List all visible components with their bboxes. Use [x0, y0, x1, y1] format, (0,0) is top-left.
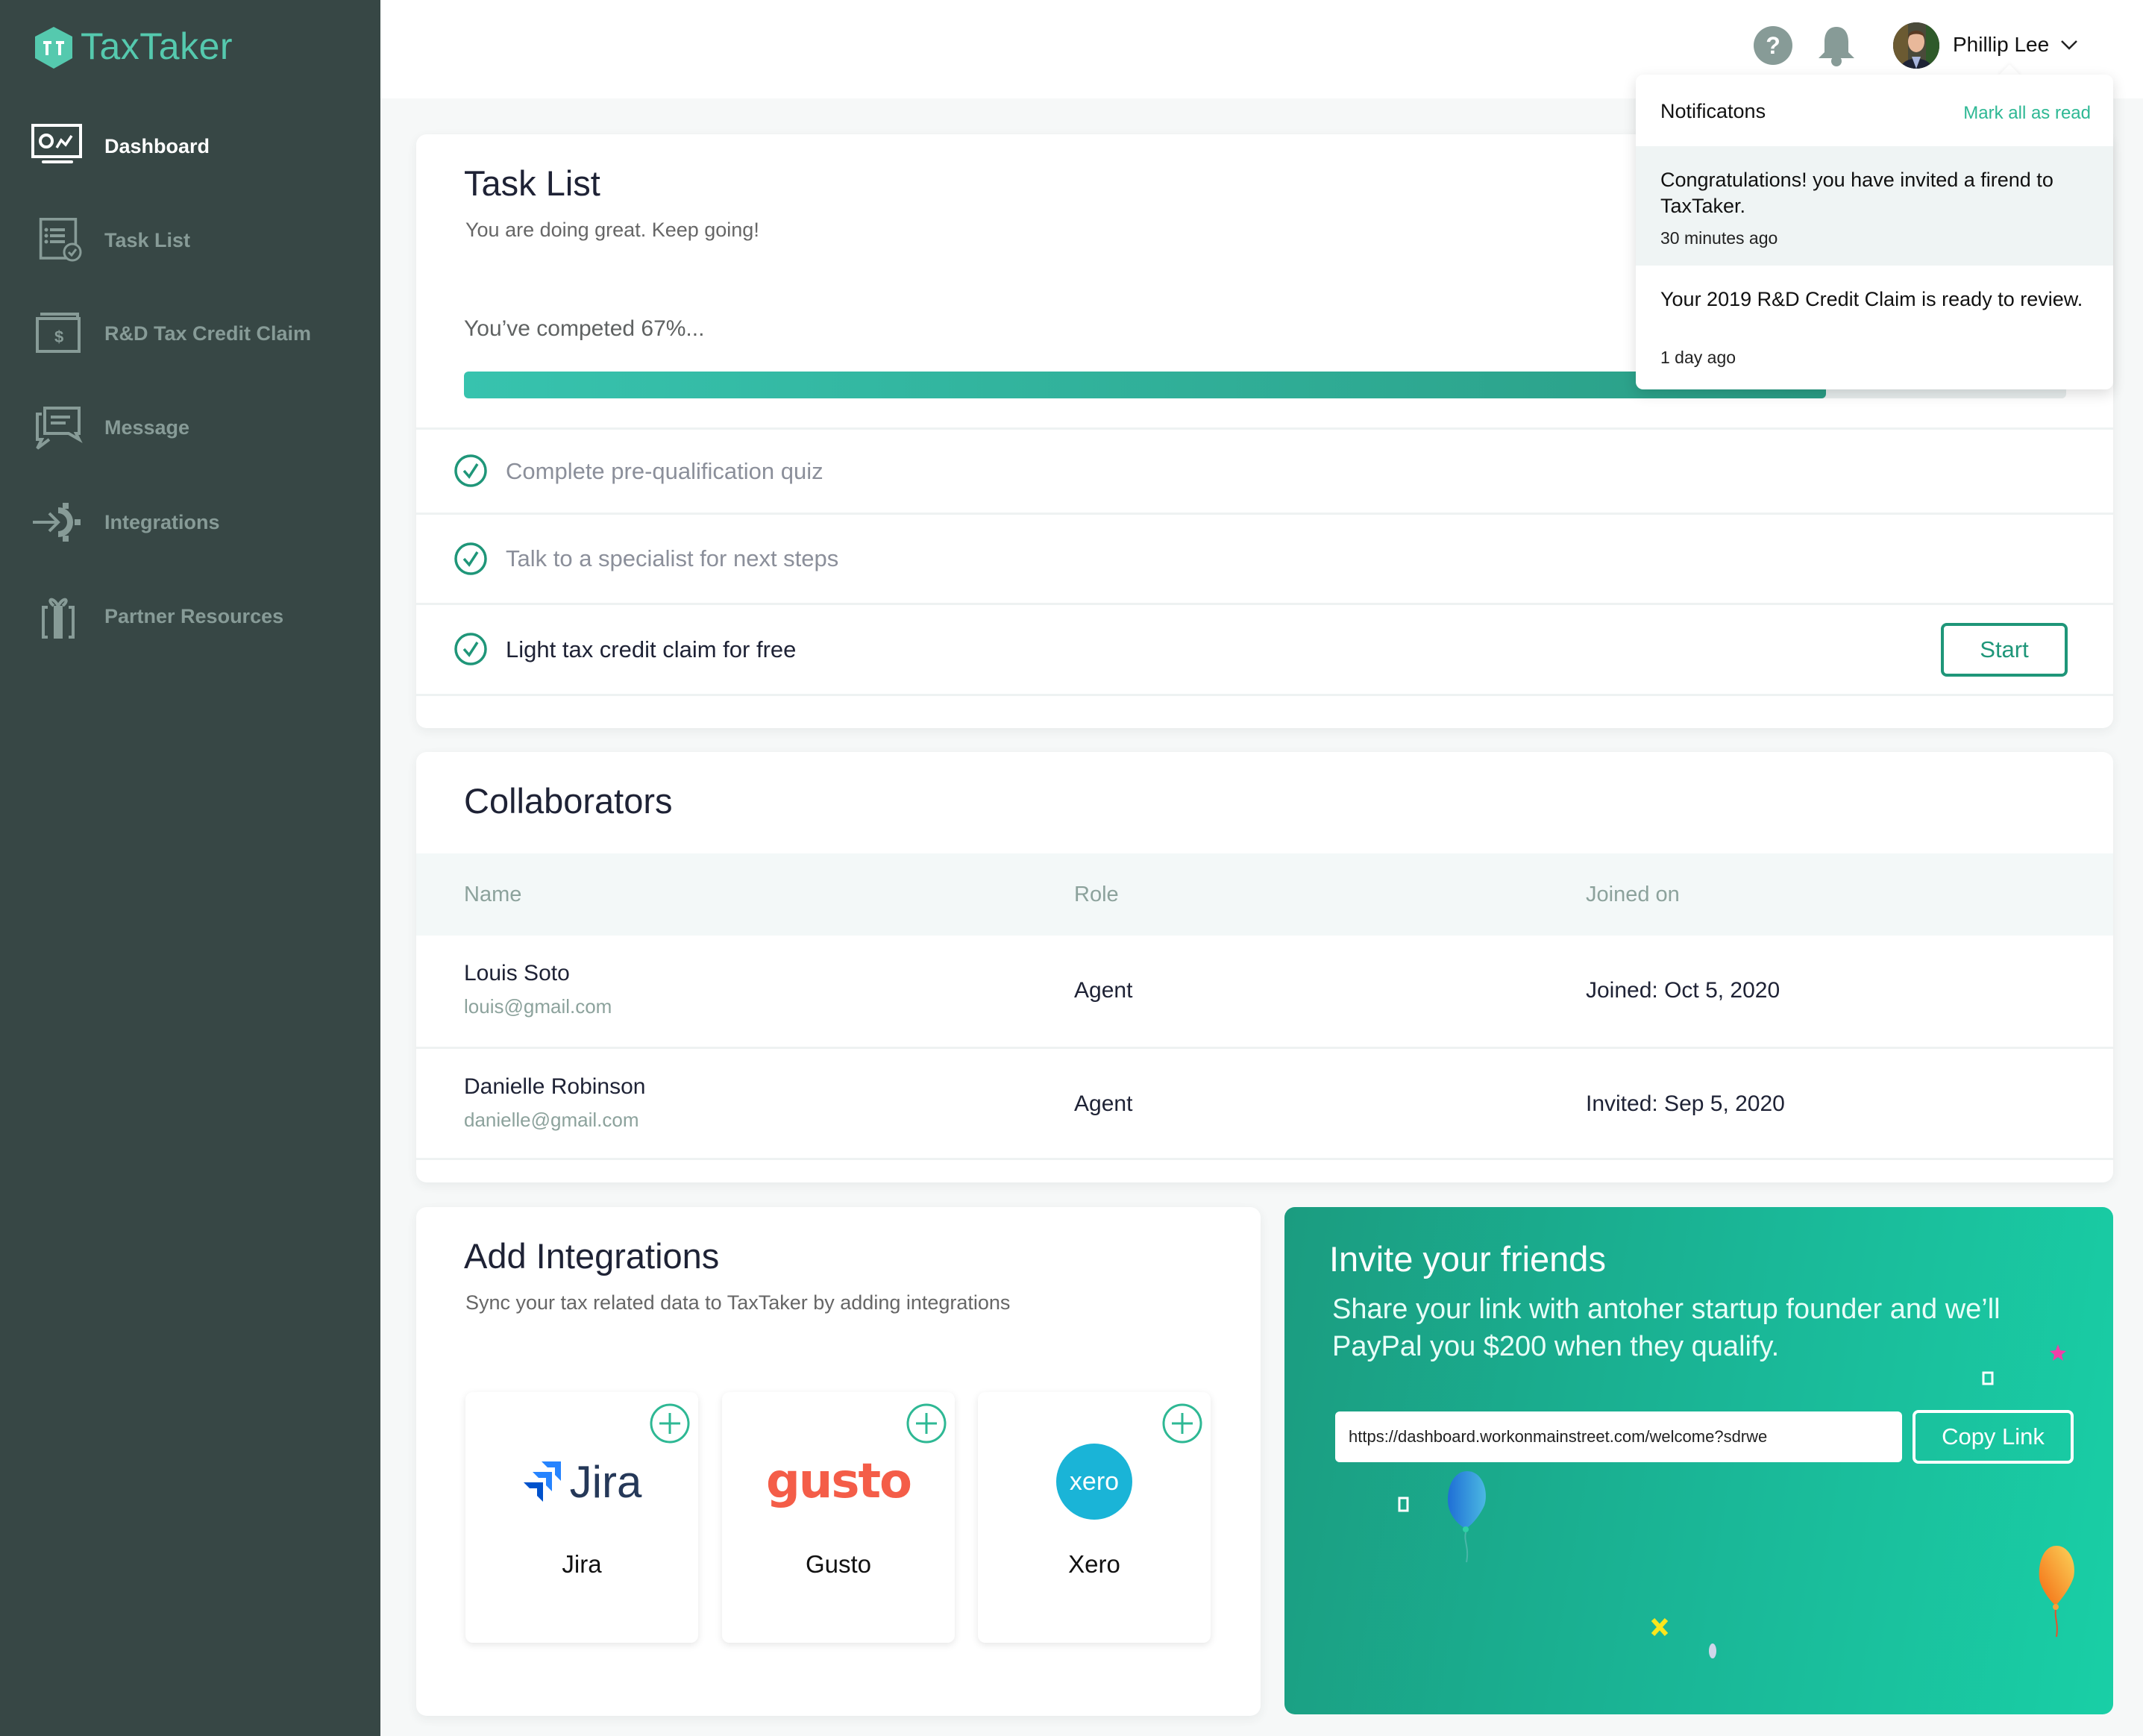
check-circle-icon — [454, 633, 487, 665]
integration-name: Xero — [1068, 1550, 1120, 1578]
column-header-name[interactable]: Name — [464, 853, 521, 936]
square-confetti-icon — [1398, 1497, 1409, 1512]
invite-friends-card: Invite your friends Share your link with… — [1284, 1207, 2113, 1714]
invite-title: Invite your friends — [1329, 1239, 1606, 1279]
collaborator-date: Joined: Oct 5, 2020 — [1586, 978, 1780, 1003]
task-item: Complete pre-qualification quiz — [416, 430, 2113, 513]
progress-bar-fill — [464, 372, 1826, 398]
task-label: Light tax credit claim for free — [506, 636, 797, 662]
check-circle-icon — [454, 454, 487, 487]
divider — [416, 694, 2113, 696]
sidebar-item-dashboard[interactable]: Dashboard — [0, 113, 380, 180]
integration-tile-gusto[interactable]: gusto Gusto — [722, 1392, 955, 1643]
orange-balloon-icon — [2039, 1546, 2074, 1638]
notification-time: 1 day ago — [1660, 348, 1736, 367]
xero-logo-text: xero — [1069, 1467, 1120, 1496]
invite-link-input[interactable] — [1335, 1411, 1902, 1462]
dollar-folder-icon: $ — [36, 313, 81, 353]
column-header-role[interactable]: Role — [1074, 853, 1119, 936]
sidebar-item-label: Message — [104, 416, 190, 439]
task-list-icon — [39, 218, 82, 262]
integrations-subtitle: Sync your tax related data to TaxTaker b… — [465, 1291, 1011, 1314]
notifications-title: Notificatons — [1660, 100, 1766, 122]
sidebar-item-label: Partner Resources — [104, 605, 284, 627]
table-row[interactable]: Danielle Robinson danielle@gmail.com Age… — [416, 1049, 2113, 1159]
task-item: Talk to a specialist for next steps — [416, 515, 2113, 603]
svg-text:$: $ — [54, 328, 63, 346]
sidebar-item-label: Integrations — [104, 511, 220, 533]
notification-item[interactable]: Congratulations! you have invited a fire… — [1636, 146, 2113, 266]
notifications-dropdown: Notificatons Mark all as read Congratula… — [1636, 75, 2113, 389]
check-circle-icon — [454, 542, 487, 575]
notification-item[interactable]: Your 2019 R&D Credit Claim is ready to r… — [1636, 266, 2113, 385]
integrations-title: Add Integrations — [464, 1236, 720, 1276]
collaborators-card: Collaborators Name Role Joined on Louis … — [416, 752, 2113, 1182]
invite-description: Share your link with antoher startup fou… — [1332, 1294, 2001, 1362]
collaborator-role: Agent — [1074, 978, 1133, 1003]
avatar-photo — [1893, 22, 1939, 69]
task-item: Light tax credit claim for free — [416, 605, 2113, 694]
chevron-down-icon[interactable] — [2060, 39, 2078, 51]
square-confetti-icon — [1982, 1371, 1994, 1385]
app-logo-text[interactable]: TaxTaker — [81, 22, 233, 70]
sidebar-item-label: Task List — [104, 229, 191, 251]
gusto-logo-text: gusto — [765, 1454, 912, 1509]
collaborator-email: danielle@gmail.com — [464, 1109, 639, 1131]
collaborator-email: louis@gmail.com — [464, 995, 612, 1018]
sidebar: TaxTaker Dashboard Task List $ R&D Tax C… — [0, 0, 380, 1736]
taxtaker-logo-icon — [35, 27, 72, 69]
collaborator-name: Louis Soto — [464, 961, 570, 985]
task-label: Complete pre-qualification quiz — [506, 458, 823, 484]
x-confetti-icon — [1651, 1617, 1669, 1637]
dashboard-monitor-icon — [31, 124, 82, 163]
sidebar-item-label: Dashboard — [104, 135, 210, 157]
integration-name: Gusto — [805, 1550, 872, 1578]
integration-name: Jira — [562, 1550, 602, 1578]
svg-text:?: ? — [1766, 32, 1780, 59]
jira-mark-icon — [523, 1461, 561, 1502]
integration-tile-xero[interactable]: xero Xero — [978, 1392, 1211, 1643]
sidebar-item-message[interactable]: Message — [0, 394, 380, 461]
collaborator-name: Danielle Robinson — [464, 1074, 646, 1099]
task-list-title: Task List — [464, 163, 600, 203]
sidebar-item-partner-resources[interactable]: Partner Resources — [0, 583, 380, 650]
progress-label: You’ve competed 67%... — [464, 316, 705, 341]
collaborator-role: Agent — [1074, 1091, 1133, 1116]
integration-gear-icon — [33, 503, 81, 542]
sidebar-item-rd-tax-credit-claim[interactable]: $ R&D Tax Credit Claim — [0, 300, 380, 367]
bell-icon[interactable] — [1816, 24, 1857, 67]
xero-logo: xero — [978, 1437, 1211, 1526]
sidebar-item-integrations[interactable]: Integrations — [0, 489, 380, 556]
sidebar-item-task-list[interactable]: Task List — [0, 207, 380, 274]
table-header: Name Role Joined on — [416, 853, 2113, 936]
column-header-joined[interactable]: Joined on — [1586, 853, 1680, 936]
collaborators-title: Collaborators — [464, 781, 673, 821]
task-list-subtitle: You are doing great. Keep going! — [465, 219, 759, 241]
dot-confetti-icon — [1709, 1643, 1716, 1658]
notification-time: 30 minutes ago — [1660, 228, 1778, 248]
jira-logo-text: Jira — [569, 1456, 642, 1507]
xero-logo-circle: xero — [1056, 1444, 1132, 1520]
user-avatar[interactable] — [1893, 22, 1939, 69]
copy-link-button[interactable]: Copy Link — [1913, 1410, 2074, 1464]
integration-tile-jira[interactable]: Jira Jira — [465, 1392, 698, 1643]
jira-logo: Jira — [465, 1437, 698, 1526]
notification-message: Congratulations! you have invited a fire… — [1660, 169, 2053, 217]
collaborator-date: Invited: Sep 5, 2020 — [1586, 1091, 1785, 1116]
sidebar-item-label: R&D Tax Credit Claim — [104, 322, 312, 345]
integrations-card: Add Integrations Sync your tax related d… — [416, 1207, 1261, 1716]
notification-message: Your 2019 R&D Credit Claim is ready to r… — [1660, 288, 2083, 310]
star-confetti-icon — [2050, 1344, 2066, 1361]
chat-bubbles-icon — [36, 407, 83, 450]
blue-balloon-icon — [1448, 1471, 1486, 1563]
table-row[interactable]: Louis Soto louis@gmail.com Agent Joined:… — [416, 936, 2113, 1046]
mark-all-read-link[interactable]: Mark all as read — [1963, 103, 2091, 124]
gusto-logo: gusto — [722, 1437, 955, 1526]
question-circle-icon[interactable]: ? — [1753, 25, 1793, 66]
divider — [416, 1158, 2113, 1160]
start-task-button[interactable]: Start — [1941, 623, 2068, 677]
task-label: Talk to a specialist for next steps — [506, 545, 839, 571]
gift-icon — [42, 598, 75, 639]
user-name[interactable]: Phillip Lee — [1953, 30, 2049, 60]
